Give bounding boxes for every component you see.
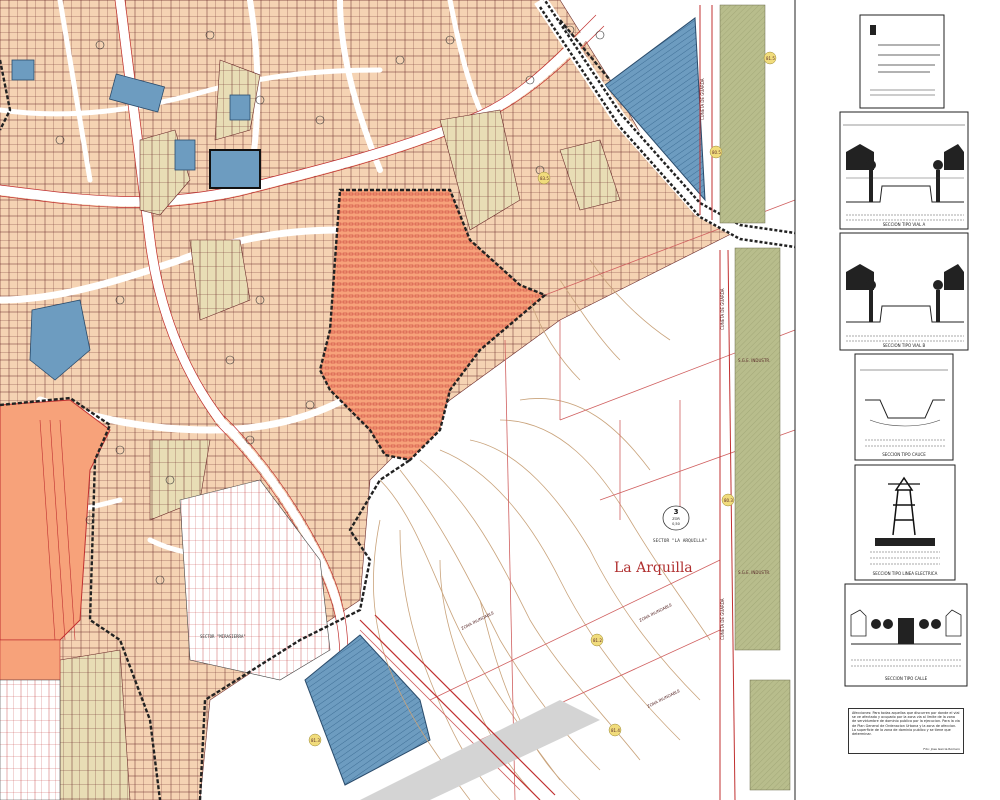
legend-panel-4[interactable]: SECCION TIPO CAUCE xyxy=(854,353,954,461)
legend-note: Afecciones: Para todas aquellas que disc… xyxy=(848,708,964,754)
sector-badge-line1: ZOR xyxy=(672,517,680,521)
green-strip-label: S.G.E. INDUSTR. xyxy=(738,570,770,575)
green-strip-middle xyxy=(734,247,781,651)
legend-panel-5[interactable]: SECCION TIPO LINEA ELECTRICA xyxy=(854,464,956,581)
legend-panel-3[interactable]: SECCION TIPO VIAL B xyxy=(839,232,969,351)
spot-code: 81.5 xyxy=(766,56,775,61)
legend-panel-caption: SECCION TIPO VIAL A xyxy=(883,222,926,227)
green-strip-label: S.G.E. INDUSTR. xyxy=(738,358,770,363)
legend-panel-caption: SECCION TIPO CAUCE xyxy=(882,452,926,457)
road-label-vertical: CUNETA DE GUARDA xyxy=(720,598,725,640)
legend-panel-caption: SECCION TIPO LINEA ELECTRICA xyxy=(873,571,938,576)
spot-code: 81.3 xyxy=(311,738,320,743)
sector-label: SECTOR "LA ARQUILLA" xyxy=(653,538,707,544)
sector-badge-number: 3 xyxy=(674,508,679,516)
legend-panel-1[interactable] xyxy=(859,14,945,109)
legend-note-text: Afecciones: Para todas aquellas que disc… xyxy=(852,711,960,737)
map-area[interactable]: 81.5 80.5 80.3 81.2 81.3 81.4 83.5 3 ZOR… xyxy=(0,0,797,800)
legend-panel-2[interactable]: SECCION TIPO VIAL A xyxy=(839,111,969,230)
sector2-label: SECTOR "MIRASIERRA" xyxy=(200,634,246,639)
legend-panel-6[interactable]: SECCION TIPO CALLE xyxy=(844,583,968,687)
legend-panel-caption: SECCION TIPO VIAL B xyxy=(883,343,926,348)
spot-code: 80.5 xyxy=(712,150,721,155)
spot-code: 83.5 xyxy=(540,176,549,181)
legend-note-signature: Fdo: Jose Garcia Romero xyxy=(923,746,960,751)
green-strip-bottom xyxy=(749,679,791,791)
road-label-vertical: CUNETA DE GUARDA xyxy=(720,288,725,330)
road-label-vertical: CUNETA DE GUARDA xyxy=(700,78,705,120)
map-canvas: 81.5 80.5 80.3 81.2 81.3 81.4 83.5 3 ZOR… xyxy=(0,0,969,800)
spot-code: 81.4 xyxy=(611,728,620,733)
spot-code: 80.3 xyxy=(724,498,733,503)
place-name: La Arquilla xyxy=(614,560,693,576)
legend-column: SECCION TIPO VIAL A SECCION TIPO VIAL B … xyxy=(839,14,969,687)
legend-panel-caption: SECCION TIPO CALLE xyxy=(885,676,928,681)
spot-code: 81.2 xyxy=(593,638,602,643)
green-strip-top xyxy=(719,4,766,224)
sector-badge-line2: 0,50 xyxy=(672,522,680,526)
sector-badge: 3 ZOR 0,50 xyxy=(662,505,690,531)
orange-strip-bottom-left xyxy=(0,639,61,681)
